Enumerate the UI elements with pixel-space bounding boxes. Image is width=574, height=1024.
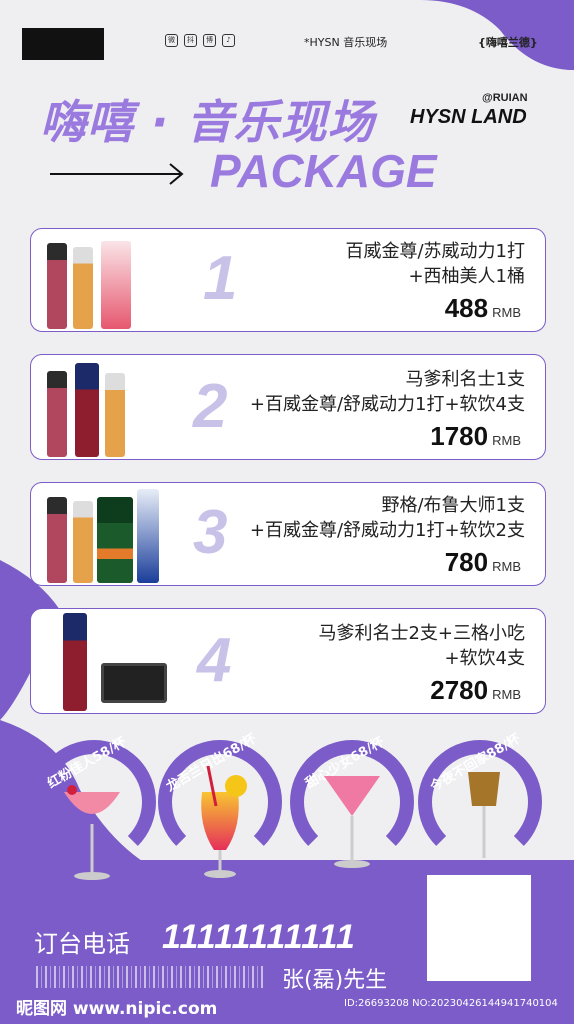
package-price: 2780 RMB xyxy=(430,675,521,705)
top-right-text: {嗨嘻兰德} xyxy=(478,36,538,49)
package-card-2[interactable]: 2 马爹利名士1支 +百威金尊/舒威动力1打+软饮4支 1780 RMB xyxy=(30,354,546,460)
call-label: 订台电话 xyxy=(34,930,130,958)
cognac-bottle-icon xyxy=(63,613,87,711)
whisky-glass-icon xyxy=(468,772,500,858)
qr-code-placeholder xyxy=(427,875,531,981)
page-title: 嗨嘻 · 音乐现场 xyxy=(40,95,375,149)
package-desc: 马爹利名士2支+三格小吃 +软饮4支 xyxy=(318,623,525,669)
package-card-1[interactable]: 1 百威金尊/苏威动力1打 +西柚美人1桶 488 RMB xyxy=(30,228,546,332)
cognac-bottle-icon xyxy=(75,363,99,457)
wechat-icon: 微 xyxy=(165,34,178,47)
drink-tower-icon xyxy=(101,241,131,329)
package-desc: 百威金尊/苏威动力1打 +西柚美人1桶 xyxy=(345,241,525,287)
social-icons: 微 抖 博 ♪ xyxy=(165,34,235,47)
beer-bottle-icon xyxy=(73,247,93,329)
vodka-bottle-icon xyxy=(137,489,159,583)
arrow-right-icon xyxy=(50,163,184,185)
logo-placeholder xyxy=(22,28,104,60)
package-heading: PACKAGE xyxy=(210,145,437,197)
tequila-sunrise-glass-icon xyxy=(201,766,247,878)
brand-name: HYSN LAND xyxy=(410,106,527,128)
top-center-text: *HYSN 音乐现场 xyxy=(304,36,388,49)
package-card-4[interactable]: 4 马爹利名士2支+三格小吃 +软饮4支 2780 RMB xyxy=(30,608,546,714)
tiktok-icon: ♪ xyxy=(222,34,235,47)
weibo-icon: 博 xyxy=(203,34,216,47)
package-number: 1 xyxy=(203,244,238,313)
beer-bottle-icon xyxy=(47,497,67,583)
sweetheart-glass-icon xyxy=(324,776,380,868)
beer-bottle-icon xyxy=(47,371,67,457)
package-price: 780 RMB xyxy=(444,547,521,577)
package-number: 4 xyxy=(197,626,232,695)
beer-bottle-icon xyxy=(105,373,125,457)
beer-bottle-icon xyxy=(73,501,93,583)
watermark-left: 昵图网 www.nipic.com xyxy=(16,999,218,1019)
package-desc: 马爹利名士1支 +百威金尊/舒威动力1打+软饮4支 xyxy=(249,369,525,415)
douyin-icon: 抖 xyxy=(184,34,197,47)
pink-lady-glass-icon xyxy=(64,785,120,880)
phone-number[interactable]: 11111111111 xyxy=(162,918,356,957)
package-price: 1780 RMB xyxy=(430,421,521,451)
watermark-right: ID:26693208 NO:20230426144941740104 xyxy=(344,998,558,1009)
jagermeister-bottle-icon xyxy=(97,497,133,583)
package-number: 3 xyxy=(193,498,228,567)
barcode-decoration xyxy=(36,966,266,988)
package-card-3[interactable]: 3 野格/布鲁大师1支 +百威金尊/舒威动力1打+软饮2支 780 RMB xyxy=(30,482,546,586)
beer-bottle-icon xyxy=(47,243,67,329)
contact-name: 张(磊)先生 xyxy=(282,968,388,993)
snack-tray-icon xyxy=(101,663,167,703)
package-number: 2 xyxy=(193,372,228,441)
package-desc: 野格/布鲁大师1支 +百威金尊/舒威动力1打+软饮2支 xyxy=(249,495,525,541)
ruian-tag: @RUIAN xyxy=(482,92,528,104)
package-price: 488 RMB xyxy=(444,293,521,323)
poster: 微 抖 博 ♪ *HYSN 音乐现场 {嗨嘻兰德} 嗨嘻 · 音乐现场 @RUI… xyxy=(0,0,574,1024)
